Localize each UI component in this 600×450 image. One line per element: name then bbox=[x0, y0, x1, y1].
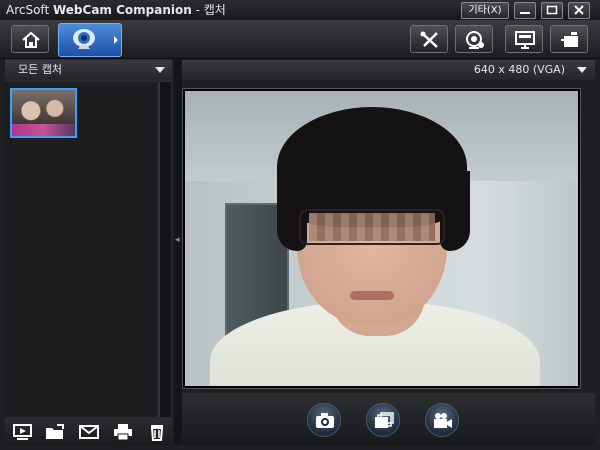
resolution-dropdown[interactable]: 640 x 480 (VGA) bbox=[182, 60, 595, 80]
webcam-settings-button[interactable] bbox=[455, 25, 493, 53]
maximize-icon bbox=[546, 5, 558, 15]
webcam-companion-window: ArcSoft WebCam Companion - 캡처 기타(X) 모든 캡… bbox=[0, 0, 600, 450]
monitor-icon bbox=[515, 31, 535, 49]
trash-button[interactable] bbox=[147, 423, 169, 441]
trash-icon bbox=[150, 425, 164, 441]
take-photo-button[interactable] bbox=[307, 403, 341, 437]
splitter-grip-icon: ◂ bbox=[175, 235, 180, 245]
webcam-live-preview bbox=[185, 91, 578, 386]
main-toolbar bbox=[0, 20, 600, 59]
record-video-button[interactable] bbox=[425, 403, 459, 437]
camera-icon bbox=[316, 413, 334, 428]
open-folder-button[interactable] bbox=[44, 423, 66, 441]
burst-capture-button[interactable] bbox=[366, 403, 400, 437]
print-button[interactable] bbox=[112, 423, 134, 441]
home-icon bbox=[22, 31, 40, 48]
video-record-icon bbox=[434, 413, 452, 428]
other-menu-button[interactable]: 기타(X) bbox=[461, 2, 509, 19]
export-icon bbox=[561, 32, 578, 47]
home-button[interactable] bbox=[11, 25, 49, 53]
minimize-icon bbox=[520, 12, 530, 14]
email-button[interactable] bbox=[78, 423, 100, 441]
webcam-settings-icon bbox=[466, 31, 484, 49]
export-button[interactable] bbox=[550, 25, 588, 53]
open-folder-icon bbox=[46, 424, 64, 439]
resolution-label: 640 x 480 (VGA) bbox=[473, 63, 565, 76]
burst-capture-icon bbox=[375, 412, 394, 428]
title-prefix: ArcSoft bbox=[6, 3, 53, 17]
minimize-button[interactable] bbox=[514, 2, 536, 19]
capture-mode-tab[interactable] bbox=[58, 23, 122, 57]
panel-splitter[interactable]: ◂ bbox=[174, 59, 182, 445]
chevron-down-icon bbox=[577, 67, 587, 73]
close-button[interactable] bbox=[568, 2, 590, 19]
capture-tab-arrow-icon bbox=[114, 36, 118, 44]
preview-mouth bbox=[350, 291, 394, 300]
slideshow-button[interactable] bbox=[12, 423, 34, 441]
capture-filter-dropdown[interactable]: 모든 캡처 bbox=[5, 60, 172, 80]
preview-glasses bbox=[299, 209, 445, 245]
tools-button[interactable] bbox=[410, 25, 448, 53]
maximize-button[interactable] bbox=[541, 2, 563, 19]
slideshow-icon bbox=[13, 424, 32, 440]
print-icon bbox=[114, 424, 132, 441]
tools-icon bbox=[420, 31, 438, 48]
window-title: ArcSoft WebCam Companion - 캡처 bbox=[6, 3, 226, 17]
title-bar: ArcSoft WebCam Companion - 캡처 기타(X) bbox=[0, 0, 600, 20]
capture-filter-label: 모든 캡처 bbox=[18, 63, 62, 76]
title-suffix: - 캡처 bbox=[191, 3, 226, 17]
monitor-button[interactable] bbox=[505, 25, 543, 53]
title-app-name: WebCam Companion bbox=[52, 3, 192, 17]
chevron-down-icon bbox=[155, 67, 165, 73]
close-icon bbox=[574, 5, 584, 15]
capture-thumbnail[interactable] bbox=[10, 88, 77, 138]
email-icon bbox=[79, 425, 99, 439]
thumbnail-image-detail bbox=[12, 124, 75, 136]
webcam-icon bbox=[73, 29, 95, 49]
thumbnail-scrollbar[interactable] bbox=[159, 82, 171, 417]
